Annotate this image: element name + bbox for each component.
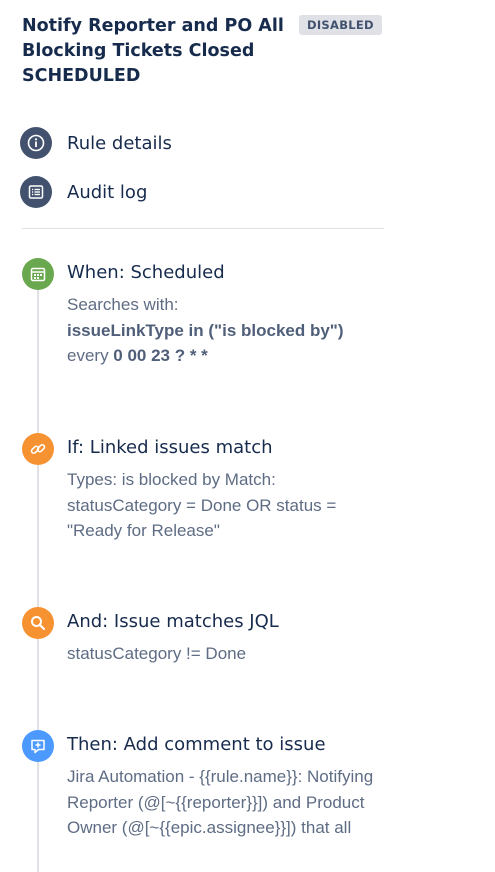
search-icon bbox=[22, 607, 54, 639]
timeline-line bbox=[37, 275, 39, 872]
step-title: When: Scheduled bbox=[67, 262, 225, 283]
step-description: statusCategory != Done bbox=[67, 644, 247, 663]
cron-expression: 0 00 23 ? * * bbox=[113, 346, 208, 365]
nav-audit-log[interactable]: Audit log bbox=[20, 176, 147, 208]
step-description: Jira Automation - {{rule.name}}: Notifyi… bbox=[67, 767, 374, 837]
info-icon bbox=[20, 127, 52, 159]
step-description: Types: is blocked by Match: statusCatego… bbox=[67, 470, 337, 540]
calendar-icon bbox=[22, 258, 54, 290]
list-icon bbox=[20, 176, 52, 208]
divider bbox=[22, 228, 384, 229]
schedule-prefix: every bbox=[67, 346, 114, 365]
link-icon bbox=[22, 433, 54, 465]
rule-title: Notify Reporter and PO All Blocking Tick… bbox=[22, 16, 284, 86]
nav-rule-details-label: Rule details bbox=[67, 132, 172, 154]
step-title: Then: Add comment to issue bbox=[67, 734, 326, 755]
status-badge: DISABLED bbox=[299, 15, 382, 35]
step-description: Searches with: issueLinkType in ("is blo… bbox=[67, 292, 387, 369]
search-label: Searches with: bbox=[67, 295, 179, 314]
nav-audit-log-label: Audit log bbox=[67, 181, 148, 203]
nav-rule-details[interactable]: Rule details bbox=[20, 127, 172, 159]
step-title: If: Linked issues match bbox=[67, 437, 273, 458]
rule-header: Notify Reporter and PO All Blocking Tick… bbox=[22, 14, 402, 89]
comment-icon bbox=[22, 730, 54, 762]
step-title: And: Issue matches JQL bbox=[67, 611, 279, 632]
jql-query: issueLinkType in ("is blocked by") bbox=[67, 320, 344, 340]
